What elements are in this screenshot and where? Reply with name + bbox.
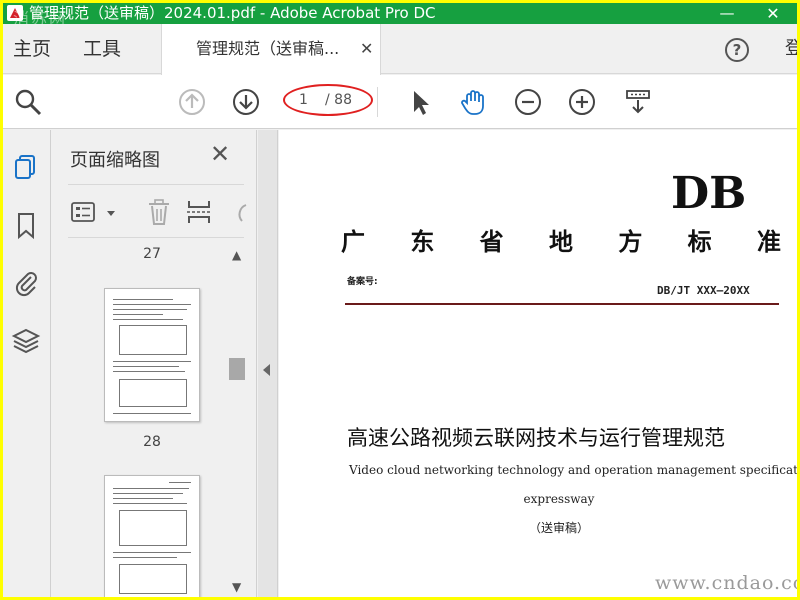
page-thumbnails-panel: 页面缩略图 ✕ 27 28 ▲ ▼ [52, 130, 257, 597]
tab-home[interactable]: 主页 [13, 24, 51, 74]
close-tab-icon[interactable]: ✕ [360, 24, 373, 74]
rotate-page-icon[interactable] [222, 197, 247, 227]
delete-page-icon[interactable] [144, 197, 174, 227]
zoom-out-icon[interactable] [513, 87, 543, 117]
tab-row: 主页 工具 管理规范（送审稿... ✕ ? 登 [3, 24, 797, 75]
attachment-icon[interactable] [11, 268, 41, 298]
standard-heading-char: 地 [548, 227, 573, 256]
standard-heading-char: 省 [479, 227, 504, 256]
hand-tool-icon[interactable] [459, 87, 489, 117]
standard-heading: 广 东 省 地 方 标 准 [341, 222, 781, 257]
document-title-cn: 高速公路视频云联网技术与运行管理规范 [347, 426, 725, 450]
thumbnail-scrollbar[interactable]: ▲ ▼ [228, 244, 246, 597]
window-title: 管理规范（送审稿）2024.01.pdf - Adobe Acrobat Pro… [29, 4, 436, 22]
standard-heading-char: 标 [687, 227, 712, 256]
tab-document[interactable]: 管理规范（送审稿... ✕ [161, 24, 381, 75]
filing-number-label: 备案号: [347, 277, 378, 287]
document-title-en: Video cloud networking technology and op… [349, 463, 797, 477]
page-thumbnail[interactable] [104, 288, 200, 422]
document-title-en-line2: expressway [523, 492, 595, 506]
standard-heading-char: 东 [410, 227, 435, 256]
site-watermark: www.cndao.com [655, 572, 797, 594]
left-icon-rail [3, 130, 51, 597]
scrollbar-thumb[interactable] [229, 358, 245, 380]
draft-label: （送审稿） [528, 521, 589, 535]
panel-toolbar [68, 184, 247, 238]
header-rule [345, 303, 779, 305]
insert-page-icon[interactable] [184, 197, 214, 227]
chevron-down-icon[interactable] [96, 197, 115, 227]
db-mark: DB [671, 168, 747, 219]
standard-heading-char: 广 [341, 227, 365, 256]
close-window-button[interactable]: ✕ [753, 3, 793, 24]
layers-icon[interactable] [11, 326, 41, 356]
bookmark-icon[interactable] [11, 210, 41, 240]
standard-heading-char: 方 [618, 227, 643, 256]
help-icon[interactable]: ? [725, 38, 749, 62]
page-thumbnails-icon[interactable] [11, 152, 41, 182]
scroll-mode-icon[interactable] [623, 87, 653, 117]
toolbar-divider [377, 87, 378, 117]
search-icon[interactable] [13, 87, 43, 117]
collapse-arrow-icon[interactable] [263, 364, 270, 376]
scroll-down-icon[interactable]: ▼ [232, 580, 241, 594]
document-tab-label: 管理规范（送审稿... [196, 39, 340, 58]
minimize-button[interactable]: — [707, 3, 747, 24]
previous-page-icon[interactable] [177, 87, 207, 117]
red-annotation-circle [283, 84, 373, 116]
page-thumbnail[interactable] [104, 475, 200, 597]
acrobat-window: 消苏网 管理规范（送审稿）2024.01.pdf - Adobe Acrobat… [3, 3, 797, 597]
title-bar: 消苏网 管理规范（送审稿）2024.01.pdf - Adobe Acrobat… [3, 3, 797, 28]
panel-title: 页面缩略图 [70, 150, 160, 171]
standard-code: DB/JT XXX—20XX [657, 284, 750, 297]
scroll-up-icon[interactable]: ▲ [232, 248, 241, 262]
signin-button[interactable]: 登 [785, 24, 797, 74]
close-panel-icon[interactable]: ✕ [210, 140, 230, 168]
page-label: 28 [143, 434, 161, 450]
main-toolbar: 1 / 88 [3, 75, 797, 129]
pdf-page: DB 广 东 省 地 方 标 准 备案号: DB/JT XXX—20XX 高速公… [279, 130, 797, 597]
zoom-in-icon[interactable] [567, 87, 597, 117]
panel-collapse-handle[interactable] [258, 130, 278, 597]
next-page-icon[interactable] [231, 87, 261, 117]
select-cursor-icon[interactable] [405, 87, 435, 117]
document-view[interactable]: DB 广 东 省 地 方 标 准 备案号: DB/JT XXX—20XX 高速公… [279, 130, 797, 597]
page-label: 27 [143, 246, 161, 262]
tab-tools[interactable]: 工具 [83, 24, 121, 74]
standard-heading-char: 准 [756, 227, 781, 256]
